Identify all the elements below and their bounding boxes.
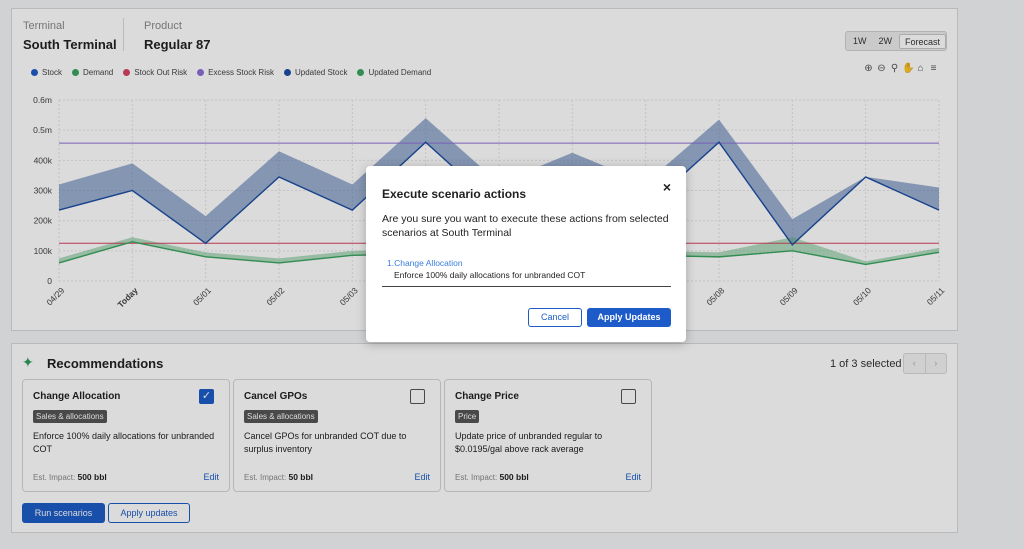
close-icon[interactable]: ×: [663, 179, 671, 195]
modal-body-text: Are you sure you want to execute these a…: [382, 213, 669, 239]
modal-apply-updates-button[interactable]: Apply Updates: [587, 308, 671, 327]
modal-divider: [382, 286, 671, 287]
execute-actions-modal: Execute scenario actions × Are you sure …: [366, 166, 686, 342]
modal-title: Execute scenario actions: [382, 187, 527, 201]
modal-action-description: Enforce 100% daily allocations for unbra…: [394, 270, 586, 280]
modal-action-title: 1.Change Allocation: [387, 258, 463, 268]
modal-cancel-button[interactable]: Cancel: [528, 308, 582, 327]
